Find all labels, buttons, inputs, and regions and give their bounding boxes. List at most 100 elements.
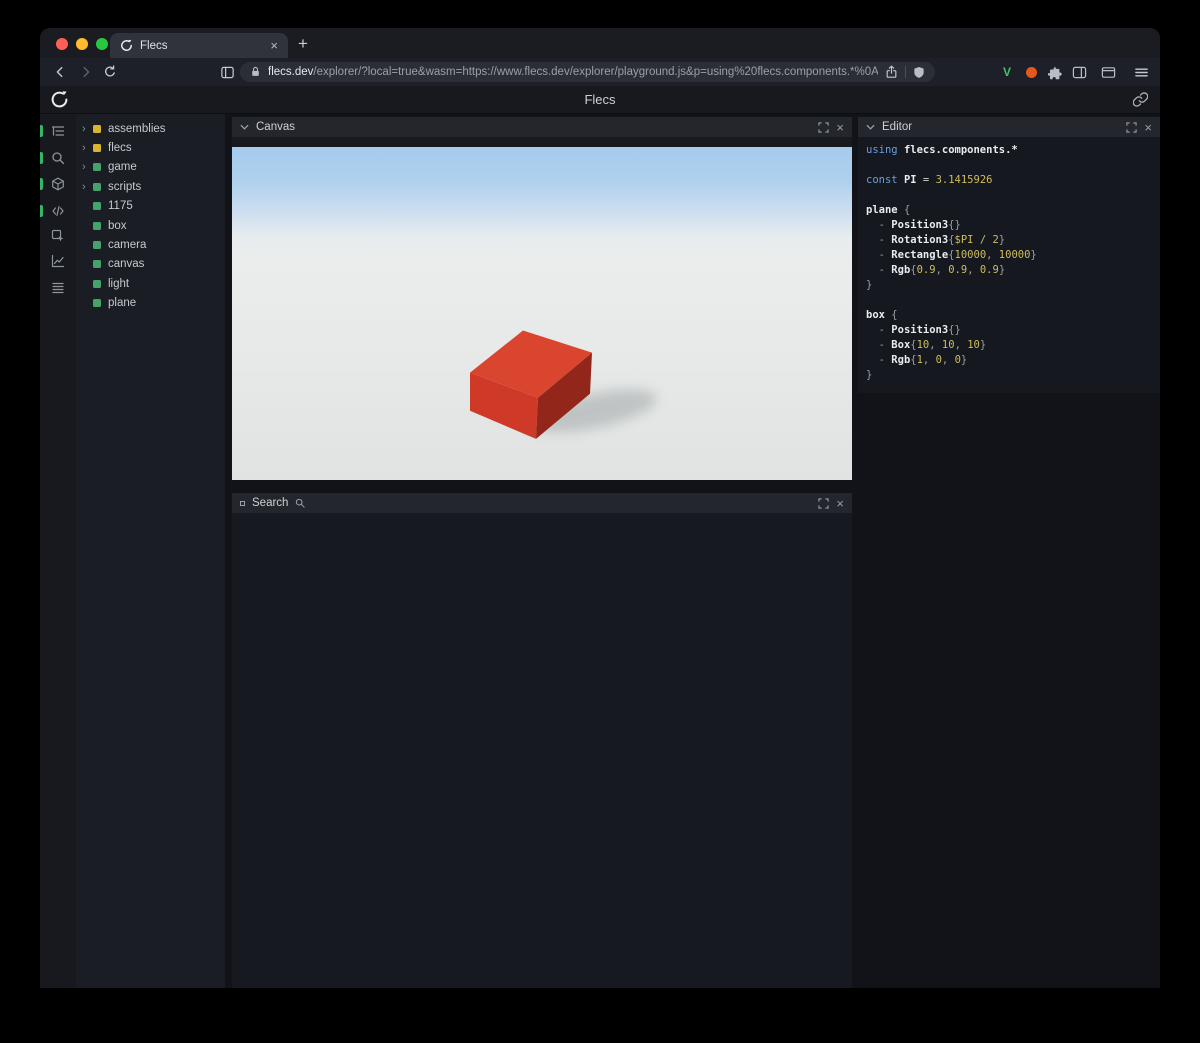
expand-icon[interactable] [1126,121,1138,133]
shield-icon[interactable] [913,66,925,79]
entity-label: camera [108,239,147,252]
3d-scene-render [470,330,657,439]
new-tab-button[interactable]: + [291,32,315,56]
reload-icon[interactable] [102,64,118,80]
editor-panel: Editor × using flecs.components.* const … [858,117,1160,393]
close-icon[interactable]: × [836,121,844,134]
search-results-area [232,513,852,988]
expand-chevron-icon[interactable]: › [82,161,93,173]
main-panel-area: Canvas × Search × Editor × using flecs.c… [225,114,1160,988]
chart-icon[interactable] [40,248,76,274]
side-panel-bookmark-icon[interactable] [219,64,235,80]
canvas-panel: Canvas × [232,117,852,480]
tree-item-camera[interactable]: camera [76,235,225,254]
forward-icon[interactable] [78,64,94,80]
entity-label: 1175 [108,200,133,213]
tree-item-game[interactable]: › game [76,158,225,177]
tree-item-box[interactable]: box [76,216,225,235]
entity-tree-panel: › assemblies › flecs › game › scripts 1175 box cam… [76,114,225,988]
address-bar[interactable]: flecs.dev/explorer/?local=true&wasm=http… [240,62,935,82]
code-line: - Rgb{0.9, 0.9, 0.9} [866,264,1006,276]
browser-toolbar: flecs.dev/explorer/?local=true&wasm=http… [40,58,1160,86]
entity-color-square [93,182,101,191]
entity-label: scripts [108,180,142,193]
code-line: } [866,279,873,291]
entity-color-square [93,241,101,250]
entity-label: assemblies [108,122,166,135]
minimize-window-button[interactable] [76,38,88,50]
search-small-icon [295,498,306,508]
code-line: using flecs.components.* [866,144,1018,156]
share-link-icon[interactable] [1133,92,1148,107]
entity-label: box [108,219,127,232]
tab-favicon-flecs-logo [120,39,133,52]
tree-item-flecs[interactable]: › flecs [76,138,225,157]
canvas-panel-title: Canvas [256,121,295,133]
code-line: } [866,369,873,381]
entity-color-square [93,163,101,172]
close-window-button[interactable] [56,38,68,50]
editor-panel-header: Editor × [858,117,1160,137]
code-line: plane { [866,204,911,216]
close-icon[interactable]: × [836,497,844,510]
tree-item-plane[interactable]: plane [76,294,225,313]
tab-close-icon[interactable]: × [270,39,278,52]
tree-item-canvas[interactable]: canvas [76,255,225,274]
expand-chevron-icon[interactable]: › [82,123,93,135]
expand-icon[interactable] [818,497,830,509]
flecs-app-header: Flecs [40,86,1160,114]
search-panel-header: Search × [232,493,852,513]
extension-v-icon[interactable]: V [999,64,1015,80]
editor-code[interactable]: using flecs.components.* const PI = 3.14… [858,137,1160,393]
chevron-down-icon[interactable] [866,124,875,130]
browser-tab-flecs[interactable]: Flecs × [110,33,288,58]
entity-label: flecs [108,142,132,155]
collapse-icon[interactable] [240,500,245,506]
extensions-puzzle-icon[interactable] [1047,64,1063,80]
code-line: box { [866,309,898,321]
entity-label: game [108,161,137,174]
tab-title: Flecs [140,39,168,52]
chevron-down-icon[interactable] [240,124,249,130]
menu-hamburger-icon[interactable] [1133,64,1149,80]
side-panel-icon[interactable] [1071,64,1087,80]
code-line: - Rectangle{10000, 10000} [866,249,1037,261]
queries-icon[interactable] [40,275,76,301]
code-icon[interactable] [40,198,76,224]
inspect-icon[interactable] [40,223,76,249]
search-icon[interactable] [40,145,76,171]
code-line: - Rotation3{$PI / 2} [866,234,1006,246]
canvas-body [232,137,852,480]
tree-item-scripts[interactable]: › scripts [76,177,225,196]
close-icon[interactable]: × [1144,121,1152,134]
code-line: - Rgb{1, 0, 0} [866,354,968,366]
expand-icon[interactable] [818,121,830,133]
search-panel: Search × [232,493,852,988]
expand-chevron-icon[interactable]: › [82,181,93,193]
entity-label: canvas [108,258,145,271]
entity-label: light [108,277,130,290]
entity-color-square [93,299,101,308]
back-icon[interactable] [52,64,68,80]
zoom-window-button[interactable] [96,38,108,50]
extension-orange-icon[interactable] [1023,64,1039,80]
url-text[interactable]: flecs.dev/explorer/?local=true&wasm=http… [268,66,878,78]
share-icon[interactable] [885,65,898,79]
wallet-card-icon[interactable] [1100,64,1116,80]
scene-cube-icon[interactable] [40,171,76,197]
lock-icon[interactable] [250,66,261,78]
tree-item-assemblies[interactable]: › assemblies [76,119,225,138]
tree-item-1175[interactable]: 1175 [76,197,225,216]
tree-item-light[interactable]: light [76,274,225,293]
expand-chevron-icon[interactable]: › [82,142,93,154]
3d-scene[interactable] [232,147,852,480]
code-line: const PI = 3.1415926 [866,174,993,186]
browser-window: Flecs × + flecs.dev/explorer/?local=true… [40,28,1160,988]
window-controls [56,38,108,50]
entity-tree-icon[interactable] [40,118,76,144]
entity-color-square [93,124,101,133]
canvas-panel-header: Canvas × [232,117,852,137]
address-bar-divider [905,66,906,78]
